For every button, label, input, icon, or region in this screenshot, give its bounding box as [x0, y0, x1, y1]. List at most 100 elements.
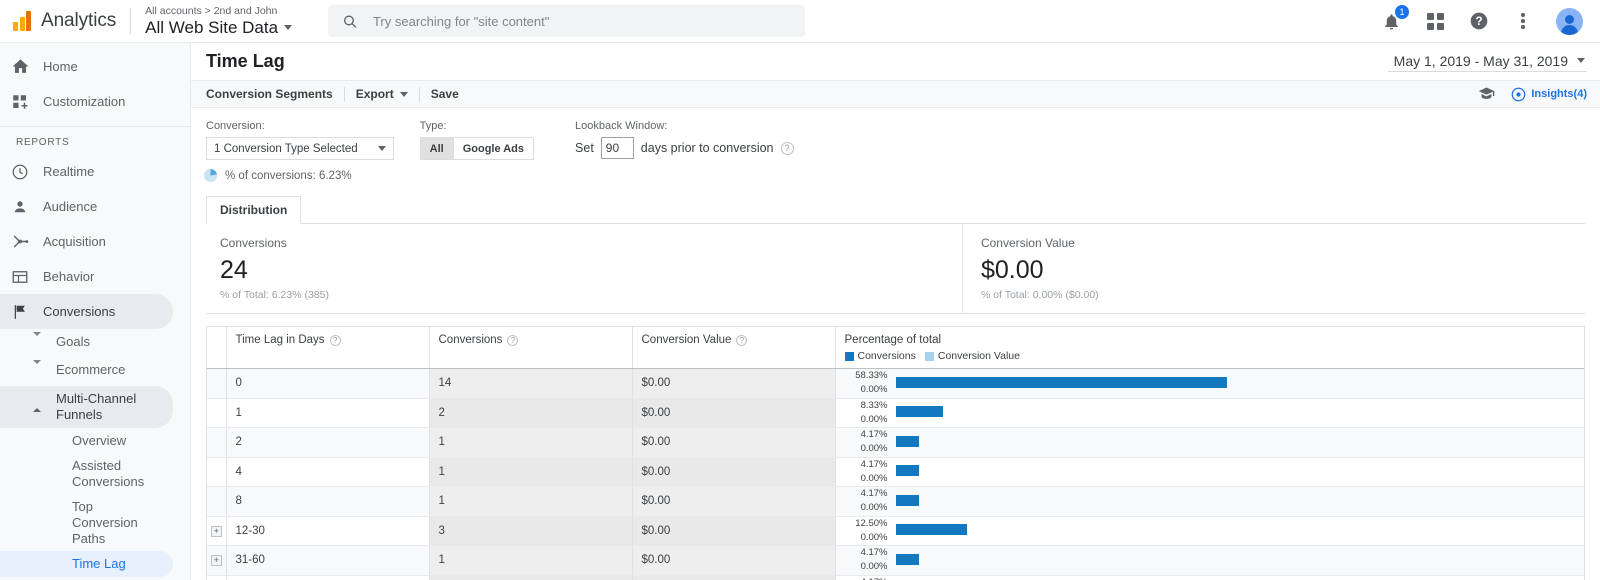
conversion-value: $0.00	[642, 466, 671, 478]
export-label: Export	[356, 87, 394, 101]
conversions-value: 1	[439, 554, 445, 566]
account-switcher[interactable]: All accounts > 2nd and John All Web Site…	[145, 6, 292, 37]
sidebar-item-overview[interactable]: Overview	[0, 428, 173, 454]
sidebar-item-label: Behavior	[43, 269, 94, 284]
table-row[interactable]: 21$0.004.17%0.00%	[207, 428, 1584, 458]
card-subtext: % of Total: 0.00% ($0.00)	[981, 289, 1099, 301]
cell-time-lag: 61-90	[226, 575, 429, 580]
chevron-down-icon[interactable]	[284, 25, 292, 30]
expand-cell	[207, 428, 226, 458]
more-vert-icon	[1521, 13, 1524, 28]
education-cap-icon[interactable]	[1478, 86, 1495, 102]
type-option-all[interactable]: All	[421, 138, 453, 159]
expand-cell[interactable]: +	[207, 546, 226, 576]
help-button[interactable]: ?	[1468, 10, 1490, 32]
table-row[interactable]: +12-303$0.0012.50%0.00%	[207, 516, 1584, 546]
sidebar-item-behavior[interactable]: Behavior	[0, 259, 173, 294]
bar-group	[896, 436, 1585, 449]
table-row[interactable]: 41$0.004.17%0.00%	[207, 457, 1584, 487]
lookback-days-input[interactable]	[601, 137, 634, 159]
help-icon[interactable]: ?	[330, 335, 341, 346]
percentage-values: 4.17%0.00%	[836, 576, 896, 580]
type-option-google-ads[interactable]: Google Ads	[453, 138, 533, 159]
sidebar-item-acquisition[interactable]: Acquisition	[0, 224, 173, 259]
card-value: $0.00	[981, 256, 1099, 285]
export-button[interactable]: Export	[345, 81, 419, 107]
notifications-button[interactable]: 1	[1380, 10, 1402, 32]
expand-cell	[207, 487, 226, 517]
cell-conversion-value: $0.00	[632, 575, 835, 580]
save-button[interactable]: Save	[420, 81, 470, 107]
tab-distribution[interactable]: Distribution	[206, 196, 301, 224]
expand-row-button[interactable]: +	[211, 526, 222, 537]
insights-button[interactable]: Insights(4)	[1511, 87, 1587, 102]
apps-button[interactable]	[1424, 10, 1446, 32]
help-icon[interactable]: ?	[736, 335, 747, 346]
avatar[interactable]	[1556, 8, 1583, 35]
chevron-down-icon	[1577, 58, 1585, 63]
pct-conversion-value: 0.00%	[836, 413, 888, 427]
analytics-logo-icon	[13, 11, 31, 31]
sidebar-item-audience[interactable]: Audience	[0, 189, 173, 224]
cell-conversions: 1	[429, 428, 632, 458]
search-box[interactable]	[328, 5, 805, 37]
help-icon[interactable]: ?	[507, 335, 518, 346]
time-lag-value: 4	[236, 466, 242, 478]
account-name-label: All Web Site Data	[145, 19, 278, 37]
conversion-value: $0.00	[642, 554, 671, 566]
table-row[interactable]: +61-901$0.004.17%0.00%	[207, 575, 1584, 580]
sidebar-item-customization[interactable]: Customization	[0, 84, 173, 119]
column-header-time-lag[interactable]: Time Lag in Days ?	[226, 327, 429, 369]
table-row[interactable]: 12$0.008.33%0.00%	[207, 398, 1584, 428]
cell-conversions: 3	[429, 516, 632, 546]
sidebar-item-realtime[interactable]: Realtime	[0, 154, 173, 189]
more-options-button[interactable]	[1512, 10, 1534, 32]
table-row[interactable]: 014$0.0058.33%0.00%	[207, 369, 1584, 399]
bar-conversions	[896, 495, 920, 506]
card-subtext: % of Total: 6.23% (385)	[220, 289, 329, 301]
lookback-help-icon[interactable]: ?	[781, 142, 794, 155]
table-body: 014$0.0058.33%0.00%12$0.008.33%0.00%21$0…	[207, 369, 1584, 580]
cell-percentage: 4.17%0.00%	[835, 546, 1584, 576]
conversion-value: $0.00	[642, 377, 671, 389]
expand-cell[interactable]: +	[207, 516, 226, 546]
sidebar-item-assisted-conversions[interactable]: Assisted Conversions	[0, 454, 173, 495]
cell-conversion-value: $0.00	[632, 398, 835, 428]
conversion-segments-label: Conversion Segments	[206, 87, 333, 101]
expand-row-button[interactable]: +	[211, 555, 222, 566]
sidebar-item-goals[interactable]: Goals	[0, 329, 173, 357]
sidebar-item-home[interactable]: Home	[0, 49, 173, 84]
percentage-values: 4.17%0.00%	[836, 546, 896, 575]
pct-conversion-value: 0.00%	[836, 383, 888, 397]
help-icon: ?	[1469, 11, 1489, 31]
column-header-conversion-value[interactable]: Conversion Value ?	[632, 327, 835, 369]
top-bar: Analytics All accounts > 2nd and John Al…	[0, 0, 1600, 43]
conversion-segments-button[interactable]: Conversion Segments	[206, 81, 344, 107]
sidebar-item-multi-channel-funnels[interactable]: Multi-Channel Funnels	[0, 386, 173, 429]
sidebar-item-label: Realtime	[43, 164, 94, 179]
sidebar-item-top-conversion-paths[interactable]: Top Conversion Paths	[0, 495, 173, 552]
cell-conversions: 1	[429, 487, 632, 517]
conversion-type-select[interactable]: 1 Conversion Type Selected	[206, 137, 394, 160]
table-row[interactable]: +31-60 1 $0.00 4.17%0.00%	[207, 546, 1584, 576]
sidebar-item-ecommerce[interactable]: Ecommerce	[0, 357, 173, 385]
percentage-values: 12.50%0.00%	[836, 517, 896, 546]
sidebar-item-conversions[interactable]: Conversions	[0, 294, 173, 329]
cell-time-lag: 31-60	[226, 546, 429, 576]
column-label: Conversions	[439, 334, 503, 346]
chevron-down-icon	[400, 92, 408, 97]
date-range-picker[interactable]: May 1, 2019 - May 31, 2019	[1388, 52, 1587, 72]
cell-conversions: 2	[429, 398, 632, 428]
bar-conversions	[896, 377, 1227, 388]
apps-grid-icon	[1427, 13, 1444, 30]
type-toggle-group: All Google Ads	[420, 137, 534, 160]
column-header-conversions[interactable]: Conversions ?	[429, 327, 632, 369]
sidebar-item-time-lag[interactable]: Time Lag	[0, 551, 173, 577]
sidebar-item-label: Overview	[72, 433, 126, 449]
column-label: Conversion Value	[642, 334, 732, 346]
table-row[interactable]: 81$0.004.17%0.00%	[207, 487, 1584, 517]
search-input[interactable]	[371, 13, 791, 30]
expand-cell[interactable]: +	[207, 575, 226, 580]
person-icon	[11, 198, 43, 216]
time-lag-value: 1	[236, 407, 242, 419]
